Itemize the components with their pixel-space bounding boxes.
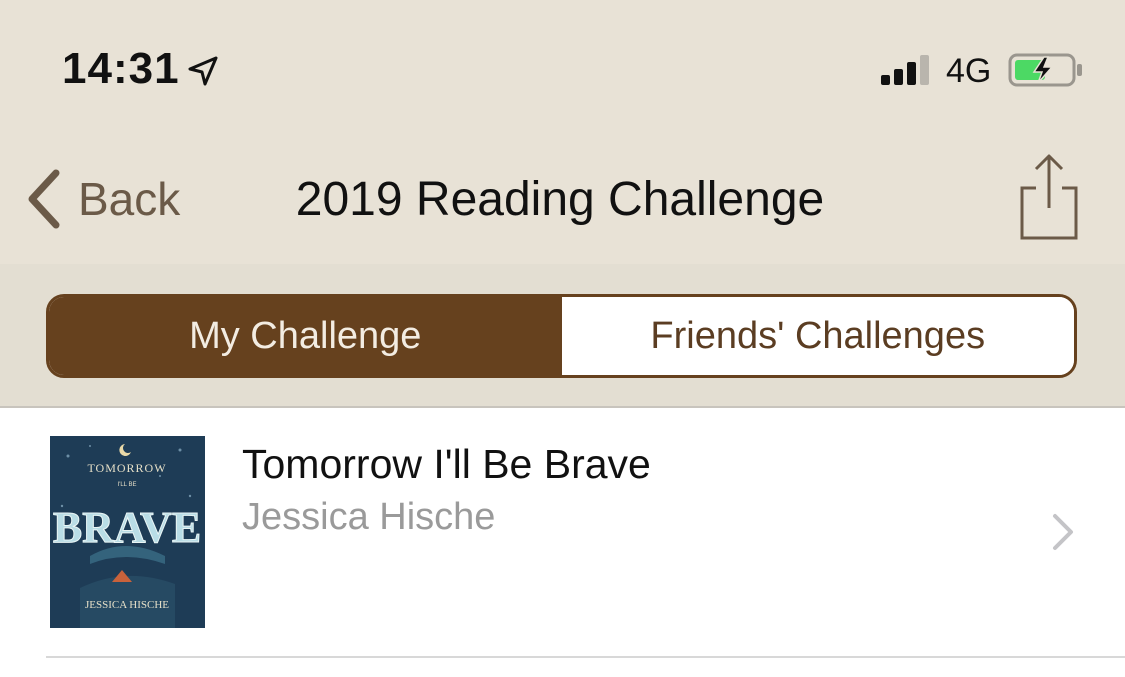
tab-my-challenge[interactable]: My Challenge — [49, 297, 562, 375]
cover-small-text: I'LL BE — [118, 482, 137, 488]
book-author: Jessica Hische — [242, 496, 496, 538]
network-type: 4G — [946, 52, 992, 90]
location-arrow-icon — [188, 56, 218, 86]
row-separator — [46, 656, 1125, 658]
navigation-bar: Back 2019 Reading Challenge — [0, 128, 1125, 264]
book-title: Tomorrow I'll Be Brave — [242, 441, 651, 487]
challenge-segmented-control: My Challenge Friends' Challenges — [46, 294, 1077, 378]
cover-top-text: TOMORROW — [87, 461, 166, 475]
list-item[interactable]: TOMORROW I'LL BE BRAVE JESSICA HISCHE To… — [0, 408, 1125, 658]
tab-friends-challenges[interactable]: Friends' Challenges — [561, 297, 1074, 375]
chevron-right-icon — [1053, 514, 1073, 550]
back-label: Back — [78, 173, 181, 225]
back-button[interactable]: Back — [22, 164, 180, 234]
status-bar: 14:31 4G — [0, 0, 1125, 128]
cellular-signal-icon — [881, 55, 929, 85]
cover-main-text: BRAVE — [53, 503, 201, 552]
cover-author-text: JESSICA HISCHE — [85, 599, 169, 611]
page-title: 2019 Reading Challenge — [295, 173, 825, 226]
share-icon[interactable] — [1014, 152, 1086, 244]
app-screen: 14:31 4G Back 2019 Reading Challenge My … — [0, 0, 1125, 677]
book-cover-image: TOMORROW I'LL BE BRAVE JESSICA HISCHE — [50, 436, 205, 628]
chevron-left-icon — [28, 169, 60, 229]
segment-area: My Challenge Friends' Challenges — [0, 264, 1125, 406]
status-time: 14:31 — [62, 44, 180, 93]
battery-charging-icon — [1008, 53, 1082, 87]
